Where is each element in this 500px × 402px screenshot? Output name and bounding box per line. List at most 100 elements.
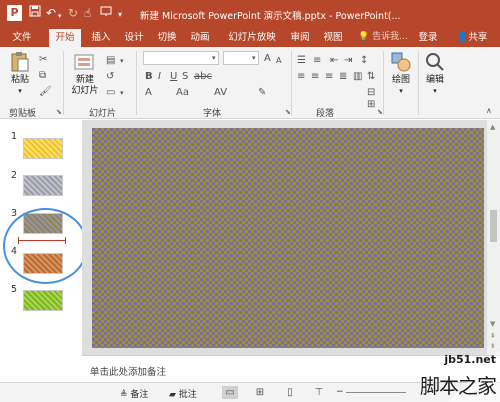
start-from-beginning-icon[interactable]: [100, 5, 112, 21]
font-size-dropdown-icon[interactable]: ▾: [252, 52, 256, 64]
text-direction-icon[interactable]: ⇅: [367, 71, 375, 83]
next-slide-icon[interactable]: ⇟: [490, 342, 496, 350]
find-icon: [426, 53, 444, 71]
slide-editor[interactable]: [82, 120, 487, 355]
paste-dropdown-icon: ▾: [18, 87, 22, 95]
slide-show-icon[interactable]: ⊤: [311, 386, 327, 399]
collapse-ribbon-icon[interactable]: ∧: [486, 105, 492, 117]
reset-icon[interactable]: ↺: [106, 71, 114, 83]
divider: [418, 51, 419, 115]
paste-button[interactable]: 粘贴 ▾: [5, 51, 35, 97]
comment-icon: ▰: [169, 390, 176, 400]
copy-icon[interactable]: ⧉: [39, 70, 46, 82]
align-left-icon[interactable]: ≡: [297, 71, 305, 83]
annotation-circle: [3, 208, 88, 284]
share-button[interactable]: 👤共享: [448, 29, 496, 47]
clear-formatting-icon[interactable]: ✎: [258, 87, 266, 99]
align-center-icon[interactable]: ≡: [311, 71, 319, 83]
align-right-icon[interactable]: ≡: [325, 71, 333, 83]
customize-qat-icon[interactable]: ▾: [118, 7, 122, 23]
undo-icon[interactable]: ↶: [46, 5, 56, 21]
increase-font-size-icon[interactable]: A: [264, 53, 271, 65]
drawing-button[interactable]: 绘图 ▾: [388, 51, 414, 97]
tab-view[interactable]: 视图: [318, 29, 348, 47]
reading-view-icon[interactable]: ▯: [282, 386, 298, 399]
strikethrough-icon[interactable]: abc: [194, 71, 212, 83]
paragraph-launcher-icon[interactable]: ⬊: [377, 108, 383, 116]
columns-icon[interactable]: ▥: [353, 71, 362, 83]
watermark-name: 脚本之家: [420, 374, 497, 398]
format-painter-icon[interactable]: 🖌: [39, 86, 52, 98]
ribbon-home: 粘贴 ▾ ✂ ⧉ 🖌 剪贴板 ⬊ 新建 幻灯片 ▤ ↺ ▭ ▾ ▾ 幻灯片 ▾ …: [0, 47, 500, 119]
layout-icon[interactable]: ▤: [106, 55, 115, 67]
tell-me-placeholder: 告诉我...: [372, 32, 408, 42]
tab-transitions[interactable]: 切换: [152, 29, 182, 47]
thumbnail-slide[interactable]: [23, 175, 63, 196]
clipboard-icon: [11, 52, 29, 72]
align-text-icon[interactable]: ⊟: [367, 87, 375, 99]
sign-in-link[interactable]: 登录: [415, 29, 441, 47]
editing-button[interactable]: 编辑 ▾: [422, 51, 448, 97]
slide-sorter-icon[interactable]: ⊞: [252, 386, 268, 399]
font-launcher-icon[interactable]: ⬊: [285, 108, 291, 116]
layout-dropdown-icon[interactable]: ▾: [120, 55, 124, 67]
justify-icon[interactable]: ≣: [339, 71, 347, 83]
tab-design[interactable]: 设计: [119, 29, 149, 47]
divider: [136, 51, 137, 115]
shadow-icon[interactable]: S: [182, 71, 188, 83]
zoom-slider[interactable]: [346, 392, 406, 393]
italic-icon[interactable]: I: [158, 71, 161, 83]
new-slide-label-2: 幻灯片: [71, 86, 99, 96]
tab-review[interactable]: 审阅: [285, 29, 315, 47]
change-case-icon[interactable]: Aa: [176, 87, 189, 99]
previous-slide-icon[interactable]: ⇞: [490, 332, 496, 340]
smartart-icon[interactable]: ⊞: [367, 99, 375, 111]
thumbnail-slide[interactable]: [23, 290, 63, 311]
vertical-scrollbar[interactable]: ▲ ▼ ⇞ ⇟: [487, 120, 500, 355]
section-icon[interactable]: ▭: [106, 87, 115, 99]
shapes-icon: [391, 52, 411, 72]
thumbnail-slide[interactable]: [23, 138, 63, 159]
tab-animations[interactable]: 动画: [185, 29, 215, 47]
site-watermark: jb51.net 脚本之家: [418, 350, 500, 402]
decrease-indent-icon[interactable]: ⇤: [330, 55, 338, 67]
tab-file[interactable]: 文件: [7, 29, 37, 47]
decrease-font-size-icon[interactable]: A: [276, 55, 281, 67]
bullets-icon[interactable]: ☰: [297, 55, 306, 67]
tab-slide-show[interactable]: 幻灯片放映: [224, 29, 280, 47]
notes-icon: ≜: [120, 390, 128, 400]
slide-thumbnail-pane[interactable]: 1 2 3 4 5: [0, 120, 88, 382]
notes-toggle[interactable]: ≜ 备注: [120, 387, 148, 400]
font-name-field[interactable]: [143, 51, 219, 65]
font-name-dropdown-icon[interactable]: ▾: [212, 52, 216, 64]
share-label: 共享: [468, 32, 488, 43]
character-spacing-icon[interactable]: AV: [214, 87, 227, 99]
normal-view-icon[interactable]: ▭: [222, 386, 238, 399]
current-slide[interactable]: [92, 128, 484, 348]
scroll-down-icon[interactable]: ▼: [490, 320, 495, 328]
new-slide-button[interactable]: 新建 幻灯片: [68, 51, 102, 97]
touch-mode-icon[interactable]: ☝: [84, 5, 91, 21]
redo-icon[interactable]: ↻: [68, 5, 78, 21]
bold-icon[interactable]: B: [145, 71, 153, 83]
clipboard-launcher-icon[interactable]: ⬊: [56, 108, 62, 116]
scroll-thumb[interactable]: [490, 210, 497, 242]
line-spacing-icon[interactable]: ↕: [360, 55, 368, 67]
tell-me-box[interactable]: 💡 告诉我...: [358, 29, 408, 46]
scroll-up-icon[interactable]: ▲: [490, 123, 495, 131]
font-color-icon[interactable]: A: [145, 87, 152, 99]
tab-home[interactable]: 开始: [49, 29, 81, 47]
cut-icon[interactable]: ✂: [39, 54, 47, 66]
divider: [63, 51, 64, 115]
tab-insert[interactable]: 插入: [86, 29, 116, 47]
increase-indent-icon[interactable]: ⇥: [344, 55, 352, 67]
section-dropdown-icon[interactable]: ▾: [120, 87, 124, 99]
notes-toggle-label: 备注: [130, 390, 149, 400]
ribbon-tab-row: 文件 开始 插入 设计 切换 动画 幻灯片放映 审阅 视图 💡 告诉我... 登…: [0, 29, 500, 47]
underline-icon[interactable]: U: [170, 71, 177, 83]
zoom-out-icon[interactable]: −: [336, 387, 344, 397]
save-icon[interactable]: [29, 5, 41, 21]
undo-dropdown-icon[interactable]: ▾: [58, 8, 62, 24]
comments-toggle[interactable]: ▰ 批注: [169, 387, 197, 400]
numbering-icon[interactable]: ≡: [313, 55, 321, 67]
